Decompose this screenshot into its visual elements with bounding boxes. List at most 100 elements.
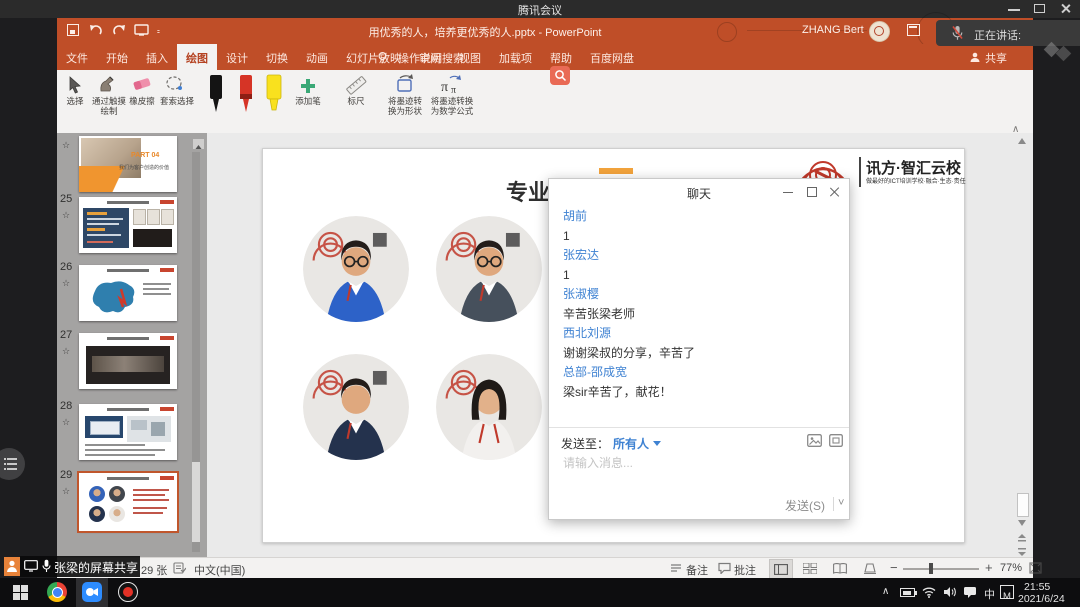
portrait-photo-3: [303, 354, 409, 460]
thumbnail-slide-27[interactable]: [79, 333, 177, 389]
eraser-icon[interactable]: [132, 76, 152, 92]
account-name[interactable]: ZHANG Bert: [802, 24, 864, 36]
tab-home[interactable]: 开始: [97, 44, 137, 70]
send-button[interactable]: 发送(S): [785, 497, 825, 514]
thumbnail-scrollbar[interactable]: [192, 152, 200, 552]
notification-chat-icon[interactable]: [963, 586, 977, 598]
add-pen-button[interactable]: 添加笔: [291, 96, 325, 106]
ime-mode-badge[interactable]: M: [1000, 585, 1014, 599]
spellcheck-icon[interactable]: [173, 562, 186, 574]
zoom-in-button[interactable]: +: [985, 560, 993, 575]
zoom-slider-track[interactable]: [903, 568, 979, 570]
zoom-out-button[interactable]: −: [890, 560, 898, 575]
chat-minimize-icon[interactable]: [783, 187, 793, 193]
normal-view-button[interactable]: [769, 559, 793, 580]
animation-star-icon: ☆: [62, 278, 70, 289]
share-person-icon: [969, 51, 981, 63]
ink-to-math-button[interactable]: 将墨迹转换为数学公式: [429, 96, 475, 116]
thumbnail-slide-25[interactable]: [79, 197, 177, 253]
start-button[interactable]: [13, 585, 28, 600]
notes-button[interactable]: 备注: [686, 562, 708, 578]
tab-insert[interactable]: 插入: [137, 44, 177, 70]
slide-sorter-view-button[interactable]: [803, 563, 817, 574]
avatar[interactable]: [869, 21, 890, 42]
zoom-slider-thumb[interactable]: [929, 563, 933, 574]
previous-slide-icon[interactable]: [1018, 534, 1026, 543]
battery-icon[interactable]: [900, 588, 915, 597]
pen-red[interactable]: [237, 74, 255, 114]
select-tool-button[interactable]: 选择: [61, 96, 89, 106]
send-image-icon[interactable]: [807, 434, 822, 447]
ink-to-shape-button[interactable]: 将墨迹转换为形状: [384, 96, 426, 116]
scrollbar-thumb[interactable]: [1017, 493, 1029, 517]
meeting-titlebar: 腾讯会议: [0, 0, 1080, 18]
thumbnail-slide-28[interactable]: [79, 404, 177, 460]
meeting-app-task[interactable]: [76, 578, 108, 607]
thumbnail-scrollbar-thumb[interactable]: [192, 462, 200, 542]
recording-app-icon[interactable]: [118, 582, 138, 602]
chat-maximize-icon[interactable]: [807, 187, 817, 197]
notes-icon: [670, 563, 682, 574]
screenshot-icon[interactable]: [829, 434, 843, 447]
clock-date[interactable]: 2021/6/24: [1018, 593, 1065, 605]
magnifier-button[interactable]: [550, 66, 570, 85]
shared-screen-right-margin: [1033, 18, 1080, 578]
scroll-up-icon[interactable]: [1018, 138, 1026, 144]
ribbon-display-options-icon[interactable]: [907, 24, 920, 36]
scroll-down-icon[interactable]: [1018, 520, 1026, 526]
thumbnail-slide-24[interactable]: PART 04 我们为客户创造的价值: [79, 136, 177, 192]
lasso-select-icon[interactable]: [165, 75, 185, 93]
fit-to-window-icon[interactable]: [1029, 562, 1042, 574]
select-tool-icon[interactable]: [67, 76, 83, 94]
thumb24-part-title: 我们为客户创造的价值: [119, 164, 169, 171]
comments-button[interactable]: 批注: [734, 562, 756, 578]
share-button[interactable]: 共享: [985, 50, 1007, 66]
thumbnail-slide-26[interactable]: [79, 265, 177, 321]
ruler-icon[interactable]: [345, 75, 367, 95]
clock-time[interactable]: 21:55: [1024, 581, 1050, 593]
eraser-button[interactable]: 橡皮擦: [125, 96, 159, 106]
draw-with-touch-button[interactable]: 通过触摸绘制: [90, 96, 128, 116]
chat-close-icon[interactable]: [830, 187, 840, 197]
thumbnail-slide-29-selected[interactable]: [79, 473, 177, 531]
pen-black[interactable]: [207, 74, 225, 114]
chat-message-sender: 总部-邵成宽: [563, 363, 833, 383]
tray-expand-chevron-icon[interactable]: ∧: [882, 586, 889, 597]
tab-animations[interactable]: 动画: [297, 44, 337, 70]
tab-draw[interactable]: 绘图: [177, 44, 217, 70]
chat-message-input[interactable]: [561, 455, 815, 471]
tab-file[interactable]: 文件: [57, 44, 97, 70]
next-slide-icon[interactable]: [1018, 547, 1026, 556]
meeting-maximize-icon[interactable]: [1034, 4, 1045, 13]
volume-icon[interactable]: [943, 586, 957, 598]
ink-to-shape-icon[interactable]: [394, 74, 416, 94]
lasso-select-button[interactable]: 套索选择: [158, 96, 196, 106]
pen-yellow-highlighter[interactable]: [265, 74, 283, 114]
send-to-selector[interactable]: 所有人: [613, 435, 649, 452]
wifi-icon[interactable]: [922, 586, 936, 598]
ruler-button[interactable]: 标尺: [344, 96, 368, 106]
meeting-close-icon[interactable]: [1060, 4, 1072, 14]
logo-divider: [859, 157, 861, 187]
thumbnail-panel-collapse-icon[interactable]: [193, 139, 204, 149]
reading-view-button[interactable]: [833, 563, 847, 574]
animation-star-icon: ☆: [62, 210, 70, 221]
send-options-chevron-icon[interactable]: ˅: [838, 497, 844, 509]
draw-with-touch-icon[interactable]: [98, 75, 118, 94]
zoom-level[interactable]: 77%: [1000, 562, 1022, 574]
tab-baidu-netdisk[interactable]: 百度网盘: [581, 44, 643, 70]
add-pen-icon[interactable]: [300, 78, 316, 94]
shared-screen-left-margin: [0, 18, 57, 578]
slide-scrollbar[interactable]: [1016, 136, 1028, 556]
chrome-icon[interactable]: [47, 582, 67, 602]
slideshow-view-button[interactable]: [863, 563, 877, 574]
tab-addins[interactable]: 加载项: [490, 44, 541, 70]
ink-to-math-icon[interactable]: ππ: [438, 74, 464, 94]
meeting-minimize-icon[interactable]: [1008, 4, 1020, 11]
tab-transitions[interactable]: 切换: [257, 44, 297, 70]
language-indicator[interactable]: 中文(中国): [194, 562, 245, 578]
send-to-dropdown-icon[interactable]: [653, 441, 661, 446]
tellme-search[interactable]: 操作说明搜索: [389, 44, 473, 70]
ime-language-indicator[interactable]: 中: [984, 586, 995, 602]
tab-design[interactable]: 设计: [217, 44, 257, 70]
